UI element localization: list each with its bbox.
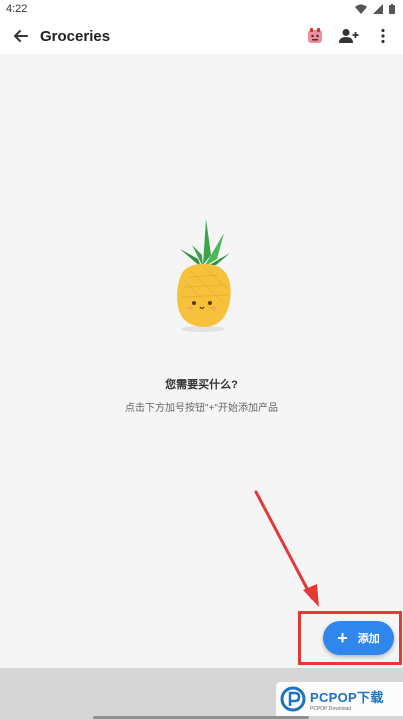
add-person-button[interactable] (339, 26, 359, 46)
arrow-back-icon (14, 30, 28, 42)
watermark-sub: PCPOP Download (310, 705, 352, 712)
status-time: 4:22 (6, 3, 28, 15)
pineapple-illustration (177, 219, 231, 332)
pcpop-logo-icon (280, 686, 306, 712)
more-vert-icon (381, 28, 385, 44)
signal-icon (373, 4, 383, 14)
app-bar: Groceries (0, 18, 403, 54)
empty-state-subtitle: 点击下方加号按钮"+"开始添加产品 (125, 403, 278, 414)
wifi-icon (355, 4, 367, 14)
sticker-icon (308, 28, 322, 43)
add-item-label: 添加 (357, 633, 380, 645)
battery-icon (389, 4, 395, 14)
navigation-handle[interactable] (93, 716, 309, 719)
back-button[interactable] (10, 26, 30, 46)
watermark-text: PCPOP下载 PCPOP Download (310, 687, 384, 712)
status-icons (355, 4, 395, 14)
sticker-button[interactable] (305, 26, 325, 46)
watermark-brand: PCPOP下载 (310, 689, 384, 705)
add-person-icon (339, 29, 359, 43)
main-content (0, 54, 403, 666)
status-bar: 4:22 (0, 0, 403, 18)
more-options-button[interactable] (373, 26, 393, 46)
plus-icon: + (337, 628, 348, 648)
empty-state-title: 您需要买什么? (165, 379, 238, 391)
add-item-button[interactable]: + 添加 (323, 621, 394, 655)
page-title: Groceries (40, 27, 111, 45)
watermark: PCPOP下载 PCPOP Download (276, 682, 403, 716)
app-bar-actions (305, 26, 393, 46)
